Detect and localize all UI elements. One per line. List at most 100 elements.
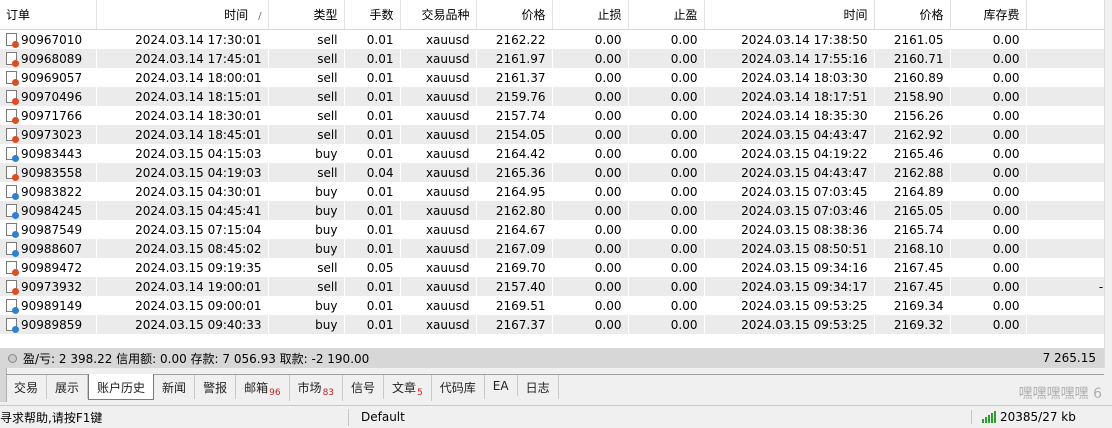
- tab-label: 警报: [203, 381, 228, 395]
- col-header-open-time[interactable]: 时间 /: [96, 0, 269, 30]
- cell-swap: 0.00: [950, 315, 1027, 334]
- table-row[interactable]: 90989859 2024.03.15 09:40:33 buy 0.01 xauusd…: [0, 315, 1104, 334]
- vertical-scrollbar[interactable]: [1104, 0, 1112, 368]
- cell-lots: 0.01: [344, 239, 401, 258]
- order-number: 90983822: [21, 184, 83, 199]
- cell-order: 90988607: [0, 239, 97, 258]
- cell-open-price: 2165.36: [476, 163, 553, 182]
- cell-swap: 0.00: [950, 87, 1027, 106]
- cell-symbol: xauusd: [400, 125, 477, 144]
- col-header-close-time[interactable]: 时间: [704, 0, 875, 30]
- cell-lots: 0.01: [344, 125, 401, 144]
- tab-9[interactable]: 代码库: [432, 375, 485, 399]
- cell-sl: 0.00: [552, 29, 629, 49]
- table-row[interactable]: 90984245 2024.03.15 04:45:41 buy 0.01 xauusd…: [0, 201, 1104, 220]
- cell-sl: 0.00: [552, 163, 629, 182]
- cell-close-price: 2165.05: [874, 201, 951, 220]
- table-row[interactable]: 90983822 2024.03.15 04:30:01 buy 0.01 xauusd…: [0, 182, 1104, 201]
- tab-5[interactable]: 邮箱96: [236, 375, 290, 402]
- tab-4[interactable]: 警报: [195, 375, 237, 399]
- order-number: 90989149: [21, 298, 83, 313]
- tab-11[interactable]: 日志: [518, 375, 559, 399]
- sell-order-icon: [6, 71, 19, 86]
- cell-close-time: 2024.03.15 09:34:16: [704, 258, 875, 277]
- tab-label: 代码库: [439, 381, 476, 395]
- table-row[interactable]: 90987549 2024.03.15 07:15:04 buy 0.01 xauusd…: [0, 220, 1104, 239]
- cell-open-price: 2157.40: [476, 277, 553, 296]
- col-header-close-price[interactable]: 价格: [874, 0, 951, 30]
- cell-order: 90967010: [0, 29, 97, 49]
- cell-open-time: 2024.03.15 04:19:03: [96, 163, 269, 182]
- cell-order: 90970496: [0, 87, 97, 106]
- order-number: 90971766: [21, 108, 83, 123]
- cell-symbol: xauusd: [400, 106, 477, 125]
- cell-close-price: 2160.89: [874, 68, 951, 87]
- cell-order: 90983822: [0, 182, 97, 201]
- cell-close-time: 2024.03.15 09:53:25: [704, 296, 875, 315]
- table-row[interactable]: 90969057 2024.03.14 18:00:01 sell 0.01 xauus…: [0, 68, 1104, 87]
- cell-close-price: 2164.89: [874, 182, 951, 201]
- table-row[interactable]: 90973023 2024.03.14 18:45:01 sell 0.01 xauus…: [0, 125, 1104, 144]
- cell-open-price: 2167.37: [476, 315, 553, 334]
- tab-8[interactable]: 文章5: [384, 375, 432, 402]
- tab-1[interactable]: 展示: [47, 375, 89, 399]
- table-row[interactable]: 90988607 2024.03.15 08:45:02 buy 0.01 xauusd…: [0, 239, 1104, 258]
- status-traffic: 20385/27 kb: [1000, 410, 1076, 424]
- cell-tp: 0.00: [628, 182, 705, 201]
- cell-close-time: 2024.03.15 04:43:47: [704, 125, 875, 144]
- cell-close-price: 2158.90: [874, 87, 951, 106]
- table-row[interactable]: 90989149 2024.03.15 09:00:01 buy 0.01 xauusd…: [0, 296, 1104, 315]
- table-row[interactable]: 90967010 2024.03.14 17:30:01 sell 0.01 xauus…: [0, 29, 1104, 49]
- tab-badge: 83: [322, 388, 335, 399]
- cell-order: 90968089: [0, 49, 97, 68]
- cell-profit: 1.48: [1026, 106, 1104, 125]
- cell-open-price: 2169.51: [476, 296, 553, 315]
- cell-profit: 0.48: [1026, 68, 1104, 87]
- table-row[interactable]: 90970496 2024.03.14 18:15:01 sell 0.01 xauus…: [0, 87, 1104, 106]
- cell-open-price: 2157.74: [476, 106, 553, 125]
- cell-tp: 0.00: [628, 68, 705, 87]
- cell-profit: -0.17: [1026, 296, 1104, 315]
- col-header-sl[interactable]: 止损: [552, 0, 629, 30]
- cell-sl: 0.00: [552, 68, 629, 87]
- cell-tp: 0.00: [628, 239, 705, 258]
- col-header-swap[interactable]: 库存费: [950, 0, 1027, 30]
- tab-label: 邮箱: [244, 381, 269, 395]
- cell-close-time: 2024.03.14 17:55:16: [704, 49, 875, 68]
- summary-dot-icon: [8, 353, 17, 363]
- buy-order-icon: [6, 147, 19, 162]
- tab-6[interactable]: 市场83: [290, 375, 344, 402]
- col-header-profit[interactable]: 获利: [1026, 0, 1104, 30]
- table-row[interactable]: 90983558 2024.03.15 04:19:03 sell 0.04 xauus…: [0, 163, 1104, 182]
- cell-lots: 0.01: [344, 106, 401, 125]
- col-header-open-price[interactable]: 价格: [476, 0, 553, 30]
- cell-lots: 0.01: [344, 144, 401, 163]
- tab-0[interactable]: 交易: [6, 375, 48, 399]
- cell-symbol: xauusd: [400, 144, 477, 163]
- table-row[interactable]: 90971766 2024.03.14 18:30:01 sell 0.01 xauus…: [0, 106, 1104, 125]
- status-profile[interactable]: Default: [349, 410, 972, 424]
- cell-sl: 0.00: [552, 258, 629, 277]
- tab-7[interactable]: 信号: [343, 375, 385, 399]
- cell-close-time: 2024.03.14 18:17:51: [704, 87, 875, 106]
- tab-10[interactable]: EA: [485, 375, 518, 396]
- sell-order-icon: [6, 109, 19, 124]
- cell-type: sell: [268, 106, 345, 125]
- col-header-type[interactable]: 类型: [268, 0, 345, 30]
- cell-tp: 0.00: [628, 163, 705, 182]
- buy-order-icon: [6, 299, 19, 314]
- table-row[interactable]: 90983443 2024.03.15 04:15:03 buy 0.01 xauusd…: [0, 144, 1104, 163]
- tab-3[interactable]: 新闻: [154, 375, 196, 399]
- cell-order: 90989859: [0, 315, 97, 334]
- col-header-symbol[interactable]: 交易品种: [400, 0, 477, 30]
- tab-2[interactable]: 账户历史: [88, 374, 155, 400]
- table-row[interactable]: 90973932 2024.03.14 19:00:01 sell 0.01 xauus…: [0, 277, 1104, 296]
- cell-close-time: 2024.03.14 18:03:30: [704, 68, 875, 87]
- table-row[interactable]: 90989472 2024.03.15 09:19:35 sell 0.05 xauus…: [0, 258, 1104, 277]
- cell-order: 90973023: [0, 125, 97, 144]
- col-header-order[interactable]: 订单: [0, 0, 97, 30]
- buy-order-icon: [6, 204, 19, 219]
- table-row[interactable]: 90968089 2024.03.14 17:45:01 sell 0.01 xauus…: [0, 49, 1104, 68]
- col-header-tp[interactable]: 止盈: [628, 0, 705, 30]
- col-header-lots[interactable]: 手数: [344, 0, 401, 30]
